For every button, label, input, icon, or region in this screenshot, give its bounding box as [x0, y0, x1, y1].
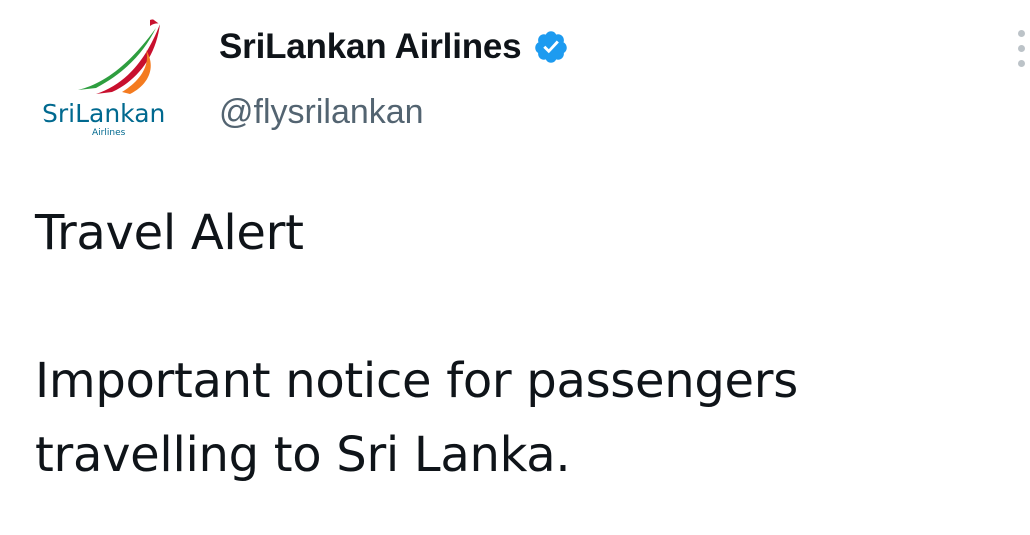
- tweet-text: Travel Alert Important notice for passen…: [35, 196, 995, 492]
- svg-text:SriLankan: SriLankan: [42, 99, 165, 128]
- tweet-line-break: [35, 270, 995, 344]
- display-name[interactable]: SriLankan Airlines: [219, 27, 522, 67]
- svg-text:Airlines: Airlines: [92, 128, 126, 138]
- verified-badge-icon: [533, 29, 569, 65]
- tweet-body-line-1: Important notice for passengers: [35, 353, 798, 409]
- srilankan-airlines-logo-icon: SriLankan Airlines: [34, 6, 186, 158]
- tweet-title-line: Travel Alert: [35, 205, 304, 261]
- tweet-card: SriLankan Airlines SriLankan Airlines @f…: [0, 0, 1030, 535]
- avatar[interactable]: SriLankan Airlines: [34, 6, 186, 158]
- tweet-body-line-2: travelling to Sri Lanka.: [35, 427, 571, 483]
- author-name-row: SriLankan Airlines: [219, 24, 569, 70]
- author-handle[interactable]: @flysrilankan: [219, 93, 424, 132]
- more-options-icon[interactable]: [1010, 30, 1030, 80]
